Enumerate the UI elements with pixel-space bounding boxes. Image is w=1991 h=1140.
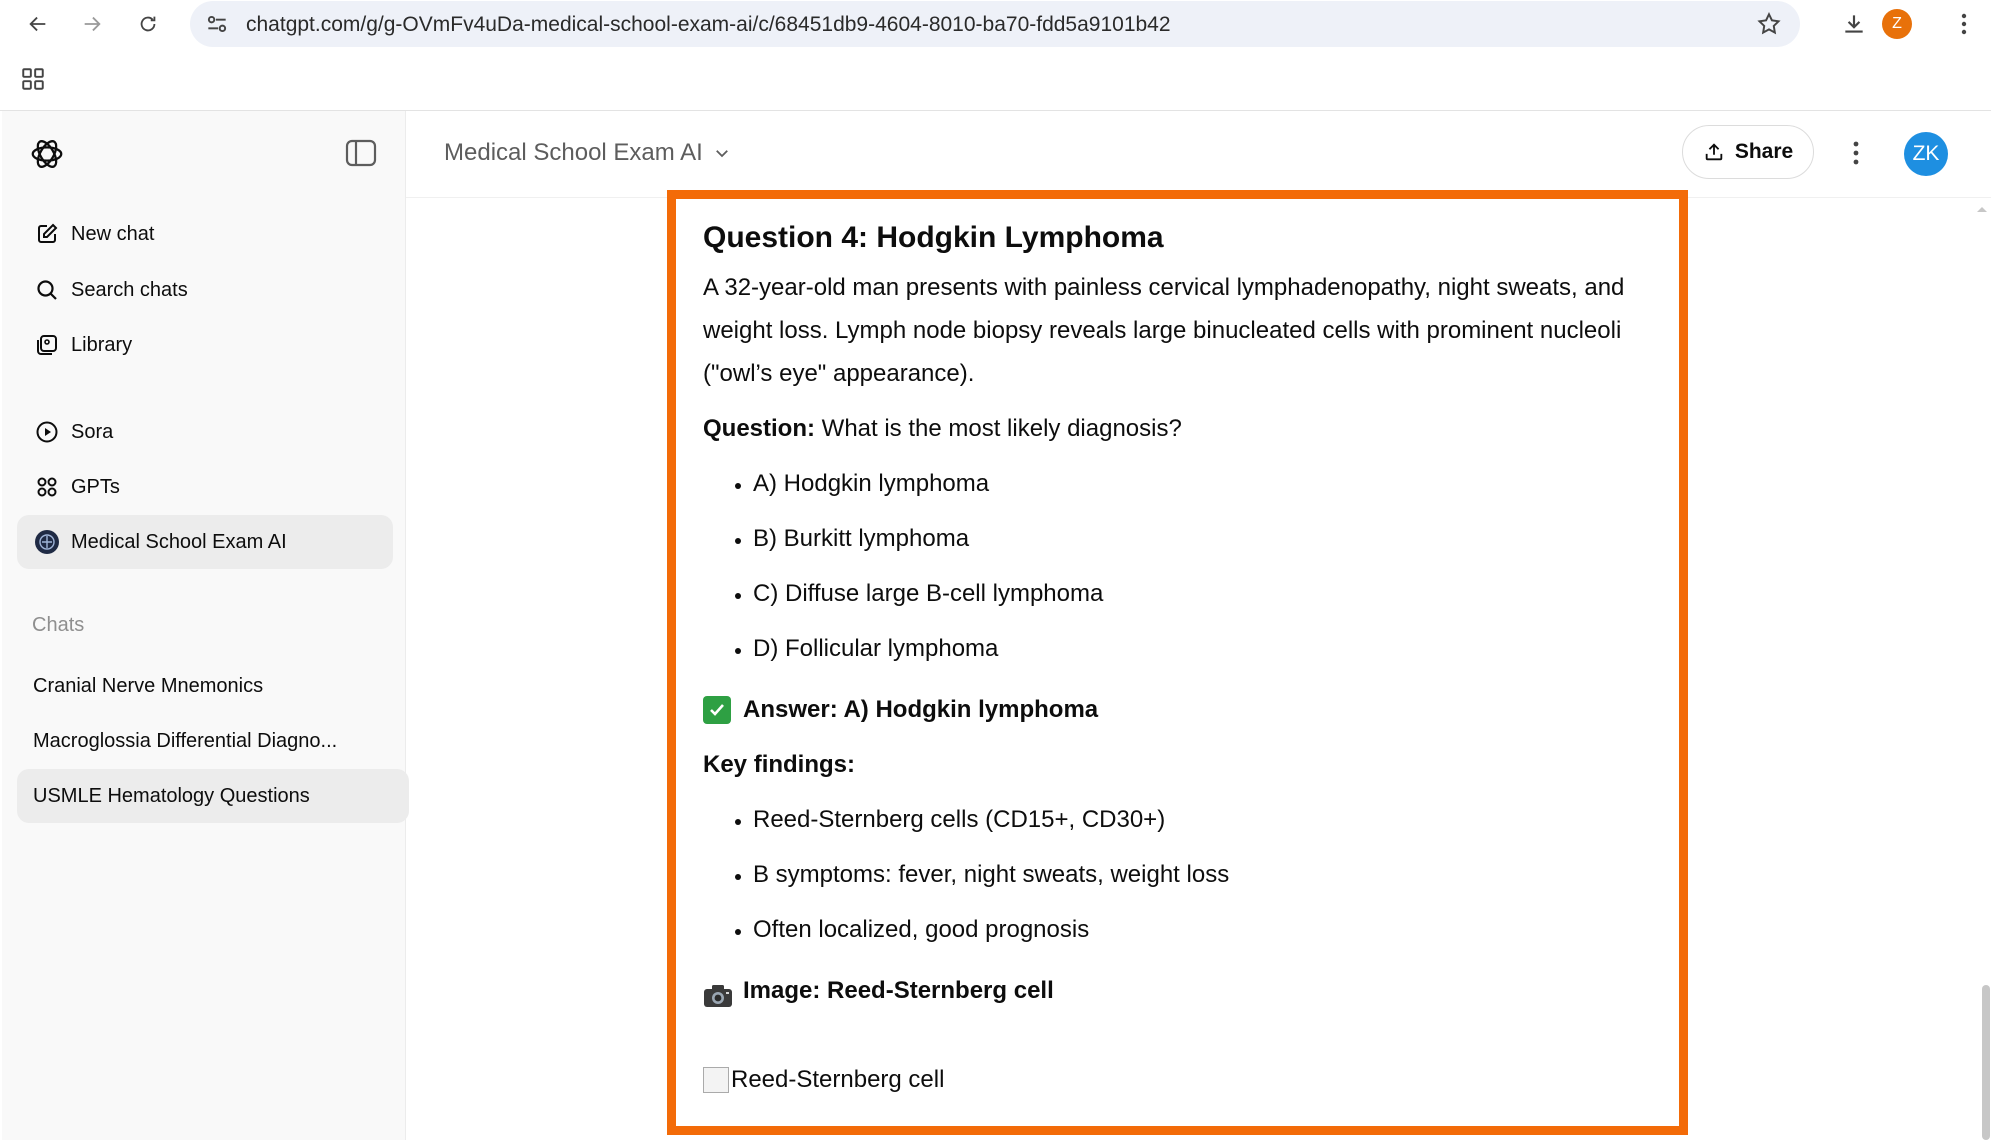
chat-item-macroglossia[interactable]: Macroglossia Differential Diagno... (17, 714, 409, 768)
sidebar-item-gpts[interactable]: GPTs (17, 460, 393, 514)
apps-grid-icon[interactable] (20, 66, 46, 97)
answer-text: Answer: A) Hodgkin lymphoma (743, 696, 1099, 723)
arrow-right-icon (84, 16, 101, 32)
new-chat-icon (33, 220, 61, 248)
library-icon (33, 331, 61, 359)
url-text: chatgpt.com/g/g-OVmFv4uDa-medical-school… (246, 13, 1171, 36)
openai-logo-icon[interactable] (28, 135, 66, 173)
question-label: Question: (703, 415, 815, 442)
chats-section-label: Chats (32, 614, 85, 636)
sidebar-item-sora[interactable]: Sora (17, 405, 393, 459)
image-alt-text: Reed-Sternberg cell (731, 1066, 945, 1093)
download-button[interactable] (1836, 6, 1872, 42)
gpt-title-dropdown[interactable]: Medical School Exam AI (444, 139, 731, 167)
site-info-icon[interactable] (204, 11, 230, 42)
question-text: What is the most likely diagnosis? (815, 415, 1182, 442)
chat-item-label: Macroglossia Differential Diagno... (33, 729, 338, 752)
reload-button[interactable] (130, 6, 166, 42)
bookmark-star-icon[interactable] (1756, 11, 1782, 42)
gpt-avatar-icon (33, 528, 61, 556)
sidebar-item-label: Library (71, 333, 133, 356)
sidebar: New chat Search chats Library Sora GPTs … (2, 111, 409, 1140)
clinical-vignette: A 32-year-old man presents with painless… (703, 274, 1625, 387)
chevron-down-icon (715, 150, 728, 158)
question-line: Question: What is the most likely diagno… (703, 407, 1663, 450)
scroll-up-arrow-icon[interactable] (1976, 200, 1988, 218)
sidebar-item-label: New chat (71, 222, 155, 245)
share-button[interactable]: Share (1682, 125, 1814, 179)
user-avatar[interactable]: ZK (1904, 132, 1948, 176)
reload-icon (140, 16, 156, 32)
broken-image: Reed-Sternberg cell (703, 1058, 1663, 1101)
toggle-sidebar-icon[interactable] (345, 139, 377, 167)
answer-option: B) Burkitt lymphoma (753, 517, 1663, 560)
image-caption-line: Image: Reed-Sternberg cell (703, 969, 1663, 1012)
forward-button[interactable] (74, 6, 110, 42)
share-label: Share (1734, 140, 1794, 163)
camera-icon (703, 979, 733, 1007)
arrow-left-icon (29, 16, 46, 32)
sidebar-item-label: Medical School Exam AI (71, 530, 287, 553)
browser-profile-avatar[interactable]: Z (1882, 9, 1912, 39)
kebab-menu-icon (1853, 141, 1859, 165)
sidebar-item-label: Search chats (71, 278, 188, 301)
browser-toolbar: chatgpt.com/g/g-OVmFv4uDa-medical-school… (0, 0, 1991, 48)
sidebar-item-new-chat[interactable]: New chat (17, 207, 393, 261)
more-options-button[interactable] (1838, 135, 1874, 171)
back-button[interactable] (20, 6, 56, 42)
chat-item-usmle-hematology[interactable]: USMLE Hematology Questions (17, 769, 409, 823)
play-circle-icon (33, 418, 61, 446)
key-findings-label: Key findings: (703, 751, 856, 778)
chat-item-label: Cranial Nerve Mnemonics (33, 674, 264, 697)
answer-line: Answer: A) Hodgkin lymphoma (703, 688, 1663, 731)
key-finding: Reed-Sternberg cells (CD15+, CD30+) (753, 798, 1663, 841)
chat-item-label: USMLE Hematology Questions (33, 784, 310, 807)
kebab-menu-icon (1961, 13, 1967, 35)
broken-image-icon (703, 1066, 729, 1093)
assistant-message: Question 4: Hodgkin Lymphoma A 32-year-o… (703, 216, 1663, 1101)
download-icon (1845, 15, 1863, 33)
answer-options-list: A) Hodgkin lymphoma B) Burkitt lymphoma … (703, 462, 1663, 670)
sidebar-item-medical-school-exam-ai[interactable]: Medical School Exam AI (17, 515, 393, 569)
key-finding: Often localized, good prognosis (753, 908, 1663, 951)
chat-item-cranial-nerve-mnemonics[interactable]: Cranial Nerve Mnemonics (17, 659, 409, 713)
image-caption: Image: Reed-Sternberg cell (743, 977, 1054, 1004)
grid-icon (33, 473, 61, 501)
search-icon (33, 276, 61, 304)
sidebar-item-label: GPTs (71, 475, 120, 498)
sidebar-item-library[interactable]: Library (17, 318, 393, 372)
browser-menu-button[interactable] (1946, 6, 1982, 42)
address-bar[interactable]: chatgpt.com/g/g-OVmFv4uDa-medical-school… (190, 1, 1800, 47)
check-mark-icon (703, 695, 731, 724)
answer-option: C) Diffuse large B-cell lymphoma (753, 572, 1663, 615)
scrollbar-thumb[interactable] (1982, 985, 1990, 1140)
key-finding: B symptoms: fever, night sweats, weight … (753, 853, 1663, 896)
chat-header: Medical School Exam AI Share ZK (406, 111, 1991, 198)
key-findings-list: Reed-Sternberg cells (CD15+, CD30+) B sy… (703, 798, 1663, 951)
share-icon (1705, 143, 1723, 161)
answer-option: A) Hodgkin lymphoma (753, 462, 1663, 505)
sidebar-item-search-chats[interactable]: Search chats (17, 263, 393, 317)
question-heading: Question 4: Hodgkin Lymphoma (703, 221, 1164, 254)
answer-option: D) Follicular lymphoma (753, 627, 1663, 670)
sidebar-item-label: Sora (71, 420, 114, 443)
gpt-title: Medical School Exam AI (444, 139, 703, 166)
